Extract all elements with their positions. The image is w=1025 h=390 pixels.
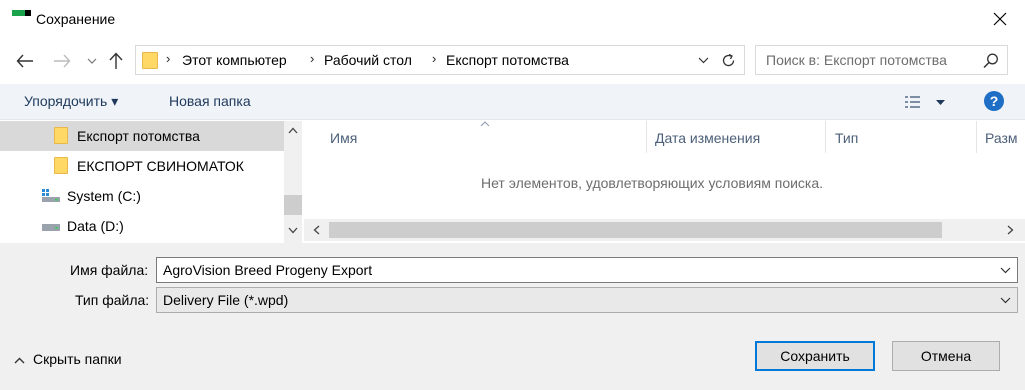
scroll-up-icon[interactable] [288,127,298,134]
filetype-select[interactable]: Delivery File (*.wpd) [156,287,1018,313]
hscroll-thumb[interactable] [329,222,942,238]
nav-item-data-drive[interactable]: Data (D:) [0,211,284,241]
close-icon [993,12,1007,26]
hide-folders-button[interactable]: Скрыть папки [14,351,122,367]
up-button[interactable] [104,48,128,74]
chevron-right-icon: › [432,51,437,66]
column-divider[interactable] [646,121,647,153]
cancel-button[interactable]: Отмена [892,341,1000,371]
organize-button[interactable]: Упорядочить ▾ [24,93,118,110]
new-folder-button[interactable]: Новая папка [169,93,251,109]
nav-item-system-drive[interactable]: System (C:) [0,181,284,211]
filename-label: Имя файла: [70,262,149,278]
app-icon [12,10,32,20]
chevron-down-icon [698,57,708,63]
refresh-button[interactable] [716,49,740,71]
chevron-down-icon[interactable] [1000,263,1011,277]
address-dropdown-button[interactable] [696,52,710,68]
title-bar [0,0,1025,38]
search-box[interactable]: Поиск в: Експорт потомства [755,45,1008,75]
chevron-right-icon: › [166,51,171,66]
help-button[interactable]: ? [984,91,1004,111]
chevron-up-icon [14,357,25,364]
scroll-left-icon[interactable] [313,225,320,235]
column-divider[interactable] [825,121,826,153]
sort-up-icon [480,121,490,127]
refresh-icon [722,53,734,66]
filename-field[interactable]: AgroVision Breed Progeny Export [156,257,1018,283]
nav-item-label: Data (D:) [67,218,124,234]
change-view-button[interactable] [903,92,949,112]
chevron-right-icon: › [310,51,315,66]
empty-message: Нет элементов, удовлетворяющих условиям … [481,175,824,191]
search-icon[interactable] [982,52,1000,70]
nav-item-label: ЕКСПОРТ СВИНОМАТОК [77,158,244,174]
search-input[interactable]: Поиск в: Експорт потомства [766,52,947,68]
nav-scroll-thumb[interactable] [284,195,302,215]
nav-item-export-sows[interactable]: ЕКСПОРТ СВИНОМАТОК [0,151,284,181]
folder-icon [54,127,68,144]
column-header-date[interactable]: Дата изменения [655,130,760,146]
chevron-down-icon [87,58,97,64]
save-button[interactable]: Сохранить [755,341,875,371]
recent-locations-button[interactable] [84,48,100,74]
nav-item-label: Експорт потомства [77,128,200,144]
arrow-right-icon [54,54,71,68]
filename-input[interactable]: AgroVision Breed Progeny Export [163,262,372,278]
forward-button[interactable] [50,48,74,74]
arrow-up-icon [109,52,123,69]
close-button[interactable] [982,5,1018,33]
hide-folders-label: Скрыть папки [33,351,122,367]
filetype-value: Delivery File (*.wpd) [163,292,289,308]
column-header-size[interactable]: Разм [985,130,1018,146]
nav-item-export-progeny[interactable]: Експорт потомства [0,121,284,151]
command-toolbar: Упорядочить ▾ Новая папка [0,84,1025,120]
window-title: Сохранение [36,11,116,27]
column-header-name[interactable]: Имя [330,130,357,146]
navigation-pane: Експорт потомства ЕКСПОРТ СВИНОМАТОК Sys… [0,121,284,243]
breadcrumb-desktop[interactable]: Рабочий стол [324,52,412,68]
chevron-down-icon[interactable] [1000,293,1011,307]
column-divider[interactable] [976,121,977,153]
windows-drive-icon [42,189,60,202]
drive-icon [42,224,60,231]
back-button[interactable] [12,48,38,74]
nav-scrollbar[interactable] [284,121,302,243]
filetype-label: Тип файла: [75,292,150,308]
scroll-right-icon[interactable] [1007,225,1014,235]
column-header-type[interactable]: Тип [835,130,858,146]
view-list-icon [905,96,945,108]
folder-icon [54,157,68,174]
horizontal-scrollbar[interactable] [304,219,1025,241]
scroll-down-icon[interactable] [288,227,298,234]
breadcrumb-this-pc[interactable]: Этот компьютер [182,52,287,68]
arrow-left-icon [16,54,33,68]
nav-item-label: System (C:) [67,188,141,204]
breadcrumb-current-folder[interactable]: Експорт потомства [446,52,569,68]
folder-icon [142,52,158,69]
address-bar[interactable]: › Этот компьютер › Рабочий стол › Експор… [135,45,745,75]
